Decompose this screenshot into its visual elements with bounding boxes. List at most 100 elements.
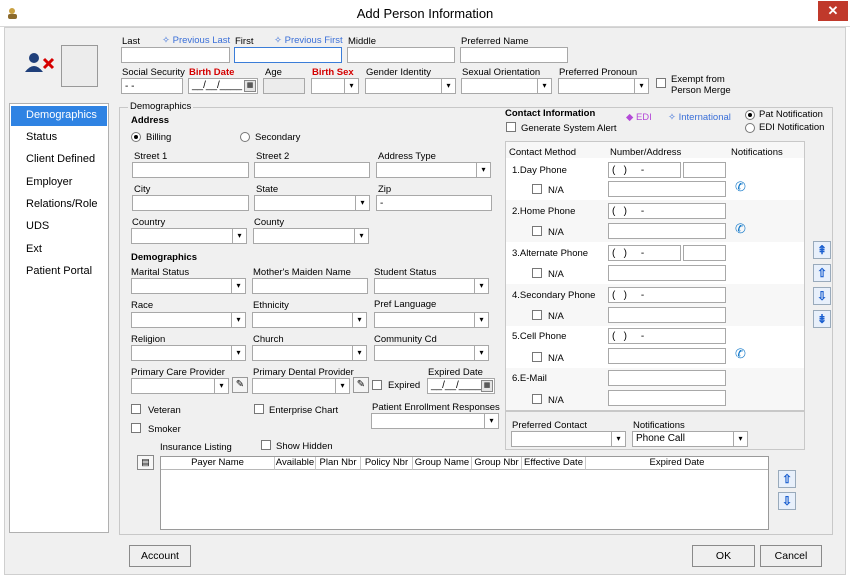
col-group-nbr[interactable]: Group Nbr — [472, 457, 522, 470]
sidebar-item-uds[interactable]: UDS — [11, 217, 107, 237]
address-type-dropdown[interactable]: ▾ — [376, 162, 491, 178]
sidebar-item-client-defined[interactable]: Client Defined — [11, 150, 107, 170]
ssn-input[interactable] — [121, 78, 183, 94]
first-name-input[interactable] — [234, 47, 342, 63]
col-policy-nbr[interactable]: Policy Nbr — [361, 457, 413, 470]
account-button[interactable]: Account — [129, 545, 191, 567]
middle-name-input[interactable] — [347, 47, 455, 63]
col-available[interactable]: Available — [275, 457, 316, 470]
primary-care-dropdown[interactable]: ▾ — [131, 378, 229, 394]
religion-dropdown[interactable]: ▾ — [131, 345, 246, 361]
veteran-checkbox[interactable] — [131, 404, 141, 414]
sidebar-item-patient-portal[interactable]: Patient Portal — [11, 262, 107, 282]
move-down-icon[interactable]: ⇩ — [778, 492, 796, 510]
marital-status-dropdown[interactable]: ▾ — [131, 278, 246, 294]
calendar-icon[interactable]: ▦ — [481, 380, 493, 392]
city-input[interactable] — [132, 195, 249, 211]
alternate-phone-ext-input[interactable] — [683, 245, 726, 261]
notifications-dropdown[interactable]: Phone Call ▾ — [632, 431, 748, 447]
street1-input[interactable] — [132, 162, 249, 178]
email-extra-input[interactable] — [608, 390, 726, 406]
alternate-phone-na-checkbox[interactable] — [532, 268, 542, 278]
preferred-contact-dropdown[interactable]: ▾ — [511, 431, 626, 447]
show-hidden-checkbox[interactable] — [261, 440, 271, 450]
primary-dental-dropdown[interactable]: ▾ — [252, 378, 350, 394]
cell-phone-extra-input[interactable] — [608, 348, 726, 364]
zip-input[interactable] — [376, 195, 492, 211]
cancel-button[interactable]: Cancel — [760, 545, 822, 567]
ok-button[interactable]: OK — [692, 545, 755, 567]
cell-phone-na-checkbox[interactable] — [532, 352, 542, 362]
enterprise-chart-checkbox[interactable] — [254, 404, 264, 414]
race-dropdown[interactable]: ▾ — [131, 312, 246, 328]
phone-icon[interactable]: ✆ — [735, 221, 746, 237]
home-phone-input[interactable] — [608, 203, 726, 219]
birth-date-input[interactable]: __/__/____ ▦ — [188, 78, 258, 94]
day-phone-ext-input[interactable] — [683, 162, 726, 178]
patient-enrollment-dropdown[interactable]: ▾ — [371, 413, 499, 429]
previous-last-link[interactable]: ✧ Previous Last — [162, 35, 230, 46]
col-group-name[interactable]: Group Name — [413, 457, 472, 470]
state-dropdown[interactable]: ▾ — [254, 195, 370, 211]
secondary-phone-extra-input[interactable] — [608, 307, 726, 323]
email-na-checkbox[interactable] — [532, 394, 542, 404]
exempt-merge-checkbox[interactable] — [656, 78, 666, 88]
student-status-dropdown[interactable]: ▾ — [374, 278, 489, 294]
phone-icon[interactable]: ✆ — [735, 346, 746, 362]
billing-radio[interactable] — [131, 132, 141, 142]
sexual-orientation-dropdown[interactable]: ▾ — [461, 78, 552, 94]
pat-notification-radio[interactable] — [745, 110, 755, 120]
calendar-icon[interactable]: ▦ — [244, 80, 256, 92]
sidebar-item-ext[interactable]: Ext — [11, 240, 107, 260]
pref-language-dropdown[interactable]: ▾ — [374, 312, 489, 328]
sidebar-item-demographics[interactable]: Demographics — [11, 106, 107, 126]
phone-icon[interactable]: ✆ — [735, 179, 746, 195]
col-payer-name[interactable]: Payer Name — [161, 457, 275, 470]
close-button[interactable]: ✕ — [818, 1, 848, 21]
lookup-provider-icon[interactable]: ✎ — [232, 377, 248, 393]
international-link[interactable]: ✧ International — [668, 112, 731, 123]
move-up-icon[interactable]: ⇧ — [778, 470, 796, 488]
last-name-input[interactable] — [121, 47, 230, 63]
home-phone-extra-input[interactable] — [608, 223, 726, 239]
gender-identity-dropdown[interactable]: ▾ — [365, 78, 456, 94]
expired-date-input[interactable]: __/__/____ ▦ — [427, 378, 495, 394]
edi-notification-radio[interactable] — [745, 123, 755, 133]
street2-input[interactable] — [254, 162, 370, 178]
smoker-checkbox[interactable] — [131, 423, 141, 433]
country-dropdown[interactable]: ▾ — [131, 228, 247, 244]
generate-alert-checkbox[interactable] — [506, 122, 516, 132]
edi-link[interactable]: ◆ EDI — [626, 112, 652, 123]
col-expired-date[interactable]: Expired Date — [586, 457, 768, 470]
expired-checkbox[interactable] — [372, 380, 382, 390]
day-phone-na-checkbox[interactable] — [532, 184, 542, 194]
move-up-icon[interactable]: ⇧ — [813, 264, 831, 282]
preferred-name-input[interactable] — [460, 47, 568, 63]
day-phone-input[interactable] — [608, 162, 681, 178]
cell-phone-input[interactable] — [608, 328, 726, 344]
email-input[interactable] — [608, 370, 726, 386]
day-phone-extra-input[interactable] — [608, 181, 726, 197]
previous-first-link[interactable]: ✧ Previous First — [274, 35, 343, 46]
mothers-maiden-input[interactable] — [252, 278, 368, 294]
sidebar-item-relations-role[interactable]: Relations/Role — [11, 195, 107, 215]
move-down-icon[interactable]: ⇩ — [813, 287, 831, 305]
church-dropdown[interactable]: ▾ — [252, 345, 367, 361]
photo-box[interactable] — [61, 45, 98, 87]
county-dropdown[interactable]: ▾ — [253, 228, 369, 244]
alternate-phone-input[interactable] — [608, 245, 681, 261]
community-cd-dropdown[interactable]: ▾ — [374, 345, 489, 361]
col-effective-date[interactable]: Effective Date — [522, 457, 586, 470]
sidebar-item-status[interactable]: Status — [11, 128, 107, 148]
secondary-radio[interactable] — [240, 132, 250, 142]
secondary-phone-input[interactable] — [608, 287, 726, 303]
insurance-edit-icon[interactable]: ▤ — [137, 455, 154, 470]
lookup-dental-icon[interactable]: ✎ — [353, 377, 369, 393]
move-top-icon[interactable]: ⇞ — [813, 241, 831, 259]
ethnicity-dropdown[interactable]: ▾ — [252, 312, 367, 328]
home-phone-na-checkbox[interactable] — [532, 226, 542, 236]
secondary-phone-na-checkbox[interactable] — [532, 310, 542, 320]
delete-person-icon[interactable] — [25, 52, 55, 77]
birth-sex-dropdown[interactable]: ▾ — [311, 78, 359, 94]
sidebar-item-employer[interactable]: Employer — [11, 173, 107, 193]
